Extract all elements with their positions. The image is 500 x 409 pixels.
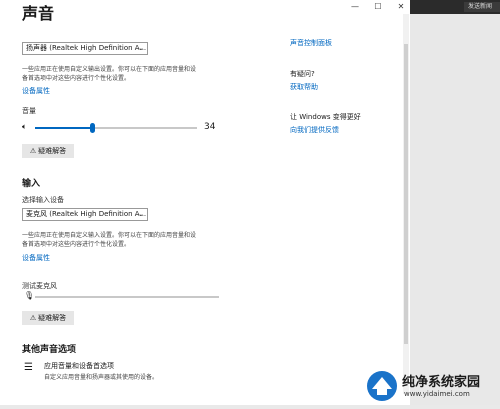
other-options-title: 其他声音选项 xyxy=(22,345,77,355)
chevron-down-icon: ⌄ xyxy=(138,210,144,218)
help-title: 有疑问? xyxy=(290,70,315,78)
output-device-select[interactable]: 扬声器 (Realtek High Definition A... ⌄ xyxy=(22,42,148,55)
output-desc-line2: 备首选项中对这些内容进行个性化设置。 xyxy=(22,75,131,82)
browser-strip: 发送新闻 xyxy=(410,0,500,14)
minimize-button[interactable]: — xyxy=(345,0,365,14)
page-title: 声音 xyxy=(22,4,55,23)
chevron-down-icon: ⌄ xyxy=(138,44,144,52)
input-device-properties-link[interactable]: 设备属性 xyxy=(22,253,50,263)
watermark-logo: 纯净系统家园 www.yidaimei.com xyxy=(360,367,500,405)
maximize-button[interactable]: ☐ xyxy=(368,0,388,14)
warning-icon: ⚠ xyxy=(29,314,37,322)
input-desc-line2: 备首选项中对这些内容进行个性化设置。 xyxy=(22,241,131,248)
output-device-value: 扬声器 (Realtek High Definition A... xyxy=(26,44,147,52)
input-device-select[interactable]: 麦克风 (Realtek High Definition A... ⌄ xyxy=(22,208,148,221)
scrollbar-thumb[interactable] xyxy=(404,44,408,344)
close-button[interactable]: ✕ xyxy=(391,0,411,14)
watermark-text: 纯净系统家园 xyxy=(402,375,481,390)
app-volume-desc: 自定义应用音量和扬声器或其使用的设备。 xyxy=(44,374,159,381)
sliders-icon[interactable]: ☰ xyxy=(24,362,33,373)
input-device-value: 麦克风 (Realtek High Definition A... xyxy=(26,210,147,218)
input-troubleshoot-button[interactable]: ⚠ 疑难解答 xyxy=(22,311,74,325)
input-section-title: 输入 xyxy=(22,179,41,189)
volume-slider-thumb[interactable] xyxy=(90,123,95,133)
volume-slider-fill xyxy=(35,127,90,129)
input-desc-line1: 一些应用正在使用自定义输入设置。你可以在下面的应用音量和设 xyxy=(22,232,197,239)
output-troubleshoot-button[interactable]: ⚠ 疑难解答 xyxy=(22,144,74,158)
scrollbar[interactable] xyxy=(403,14,409,394)
volume-label: 音量 xyxy=(22,107,36,115)
sound-control-panel-link[interactable]: 声音控制面板 xyxy=(290,38,332,48)
mic-level-meter xyxy=(35,296,219,298)
warning-icon: ⚠ xyxy=(29,147,37,155)
background-area xyxy=(410,0,500,405)
browser-tab[interactable]: 发送新闻 xyxy=(464,2,500,12)
get-help-link[interactable]: 获取帮助 xyxy=(290,82,318,92)
microphone-icon: 🎙︎ xyxy=(24,291,35,300)
output-device-properties-link[interactable]: 设备属性 xyxy=(22,86,50,96)
improve-title: 让 Windows 变得更好 xyxy=(290,113,361,121)
output-desc-line1: 一些应用正在使用自定义输出设置。你可以在下面的应用音量和设 xyxy=(22,66,197,73)
settings-window: 声音 — ☐ ✕ 扬声器 (Realtek High Definition A.… xyxy=(0,0,410,405)
input-troubleshoot-label: 疑难解答 xyxy=(38,314,67,322)
input-select-label: 选择输入设备 xyxy=(22,196,64,204)
watermark-url: www.yidaimei.com xyxy=(404,390,470,398)
app-volume-title[interactable]: 应用音量和设备首选项 xyxy=(44,361,114,371)
volume-value: 34 xyxy=(204,122,216,132)
feedback-link[interactable]: 向我们提供反馈 xyxy=(290,125,339,135)
speaker-icon[interactable]: 🔈︎ xyxy=(22,122,27,132)
test-mic-label: 测试麦克风 xyxy=(22,282,57,290)
output-troubleshoot-label: 疑难解答 xyxy=(38,147,67,155)
